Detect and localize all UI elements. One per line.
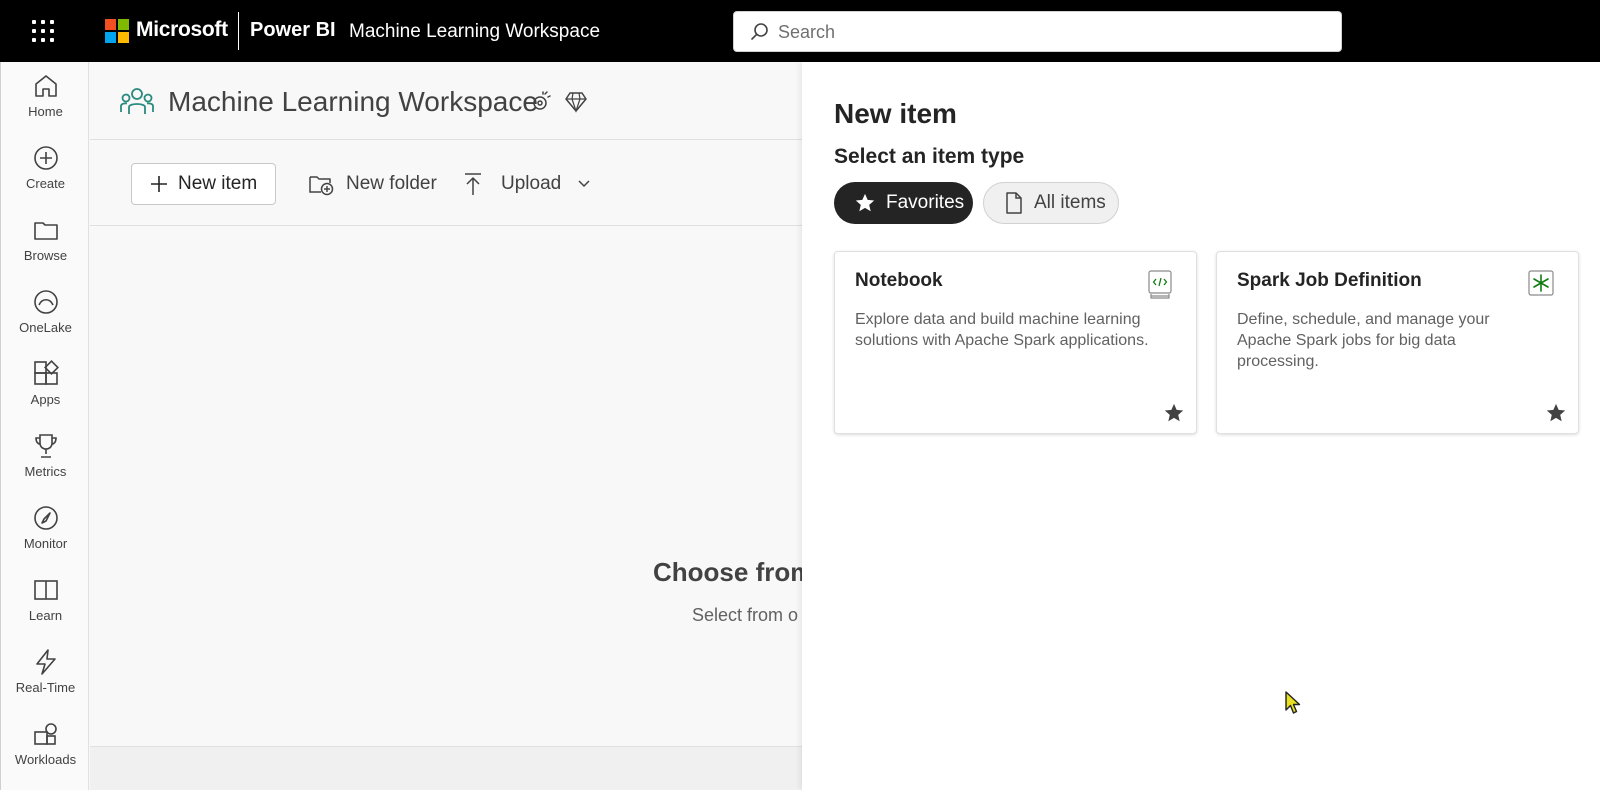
new-folder-button[interactable]: New folder — [308, 163, 437, 205]
search-icon — [751, 23, 768, 40]
empty-state-title: Choose from — [653, 557, 814, 587]
nav-label-workloads: Workloads — [14, 752, 77, 767]
card-title: Spark Job Definition — [1237, 270, 1422, 291]
bottom-strip — [90, 746, 802, 790]
app-launcher-icon[interactable] — [32, 20, 54, 42]
card-description: Define, schedule, and manage your Apache… — [1237, 311, 1490, 370]
workspace-people-icon — [120, 88, 154, 114]
nav-label-metrics: Metrics — [24, 464, 67, 479]
nav-label-apps: Apps — [30, 392, 61, 407]
workspace-title: Machine Learning Workspace — [168, 86, 538, 117]
brand-name: Microsoft — [136, 18, 228, 41]
top-bar: Microsoft Power BI Machine Learning Work… — [0, 0, 1600, 62]
nav-item-home[interactable]: Home — [1, 72, 90, 138]
mouse-pointer-icon — [1285, 691, 1301, 714]
card-description: Explore data and build machine learning … — [855, 311, 1149, 349]
left-navigation: Home Create Browse OneLake Apps Metrics … — [0, 62, 89, 790]
workspace-toolbar: New item New folder Upload — [90, 141, 802, 226]
nav-label-realtime: Real-Time — [15, 680, 76, 695]
favorite-star-icon[interactable] — [1163, 402, 1185, 424]
nav-label-create: Create — [25, 176, 66, 191]
apps-icon — [33, 360, 59, 385]
nav-item-create[interactable]: Create — [1, 144, 90, 210]
chevron-down-icon[interactable] — [577, 179, 591, 189]
new-folder-icon — [309, 176, 334, 196]
panel-title: New item — [834, 98, 957, 129]
panel-subtitle: Select an item type — [834, 145, 1025, 168]
nav-label-monitor: Monitor — [23, 536, 68, 551]
nav-item-browse[interactable]: Browse — [1, 216, 90, 282]
nav-item-onelake[interactable]: OneLake — [1, 288, 90, 354]
new-item-label: New item — [178, 173, 258, 194]
monitor-icon — [33, 506, 58, 530]
nav-item-apps[interactable]: Apps — [1, 360, 90, 426]
spark-job-icon — [1528, 270, 1554, 296]
nav-label-home: Home — [28, 104, 63, 119]
document-icon — [1006, 192, 1022, 214]
card-title: Notebook — [855, 270, 943, 291]
onelake-icon — [33, 290, 58, 314]
nav-item-learn[interactable]: Learn — [1, 576, 90, 642]
star-icon — [855, 193, 875, 212]
new-folder-label: New folder — [346, 173, 437, 194]
premium-diamond-icon[interactable] — [564, 90, 588, 114]
lightning-icon — [35, 649, 56, 675]
create-plus-icon — [33, 146, 58, 170]
nav-label-onelake: OneLake — [19, 320, 72, 335]
nav-item-workloads[interactable]: Workloads — [1, 720, 90, 786]
filter-favorites[interactable]: Favorites — [834, 182, 973, 224]
home-icon — [34, 75, 57, 97]
nav-label-browse: Browse — [23, 248, 68, 263]
item-card-notebook[interactable]: Notebook Explore data and build machine … — [834, 251, 1197, 434]
upload-icon — [465, 173, 481, 195]
filter-all-items[interactable]: All items — [983, 182, 1119, 224]
workloads-icon — [33, 723, 57, 745]
item-card-spark-job-definition[interactable]: Spark Job Definition Define, schedule, a… — [1216, 251, 1579, 434]
trophy-icon — [34, 434, 57, 458]
book-icon — [33, 580, 58, 600]
new-item-panel: New item Select an item type Favorites A… — [802, 62, 1600, 790]
plus-icon — [151, 176, 167, 192]
filter-favorites-label: Favorites — [886, 192, 965, 213]
workspace-settings-icon[interactable] — [528, 90, 552, 114]
nav-item-metrics[interactable]: Metrics — [1, 432, 90, 498]
folder-icon — [33, 222, 58, 240]
workspace-breadcrumb[interactable]: Machine Learning Workspace — [349, 21, 600, 43]
upload-button[interactable]: Upload — [463, 163, 591, 205]
favorite-star-icon[interactable] — [1545, 402, 1567, 424]
new-item-button[interactable]: New item — [131, 163, 276, 205]
microsoft-logo-icon — [105, 19, 129, 43]
nav-item-monitor[interactable]: Monitor — [1, 504, 90, 570]
workspace-header: Machine Learning Workspace — [90, 62, 802, 140]
search-input[interactable] — [778, 19, 1318, 45]
nav-item-realtime[interactable]: Real-Time — [1, 648, 90, 714]
upload-label: Upload — [501, 173, 562, 194]
product-name[interactable]: Power BI — [250, 19, 336, 42]
filter-all-items-label: All items — [1034, 192, 1106, 213]
nav-label-learn: Learn — [28, 608, 63, 623]
notebook-icon — [1148, 270, 1172, 299]
empty-state-subtitle: Select from o — [692, 605, 799, 625]
search-box[interactable] — [733, 11, 1342, 52]
brand-divider — [238, 12, 239, 50]
